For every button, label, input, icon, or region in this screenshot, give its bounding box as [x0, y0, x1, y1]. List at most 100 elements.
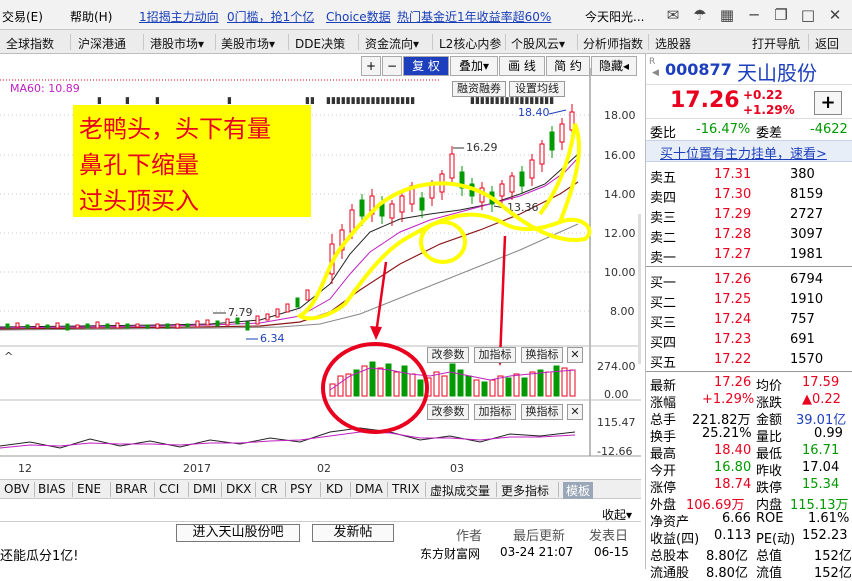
skin-icon[interactable]: ☂ — [689, 5, 711, 25]
weicha-value: -4622 — [810, 122, 848, 137]
date-label: 03 — [450, 462, 464, 475]
stat-value: 1.61% — [808, 511, 850, 526]
price-change-pct: +1.29% — [743, 103, 795, 117]
kline-chart-area[interactable]: ▮ ▮ ▮ ▮ ▮▮ ▮▮▮▮▮▮▮▮▮▮▮▮▮▮▮▮▮▮ ▮▮▮▮▮▮▮▮▮▮▮▮▮▮… — [0, 54, 641, 478]
nav-stock-news[interactable]: 个股风云▾ — [511, 35, 565, 52]
tab-more-indicators[interactable]: 更多指标 — [501, 482, 549, 499]
tab-cci[interactable]: CCI — [159, 482, 179, 496]
bid-row: 买三 17.24 757 — [646, 310, 852, 331]
link-main-force[interactable]: 1招揭主力动向 — [139, 8, 219, 25]
stat-value: ▲0.22 — [802, 392, 841, 407]
nav-hk-connect[interactable]: 沪深港通 — [78, 35, 126, 52]
restore-icon[interactable]: ❐ — [770, 5, 792, 25]
nav-dde[interactable]: DDE决策 — [295, 35, 345, 52]
price-tick: 8.00 — [610, 305, 635, 318]
osc-add-indicator-button[interactable]: 加指标 — [474, 404, 516, 420]
maximize-icon[interactable]: □ — [797, 5, 819, 25]
nav-fund-flow[interactable]: 资金流向▾ — [365, 35, 419, 52]
news-updated: 03-24 21:07 — [500, 545, 574, 559]
date-label: 2017 — [183, 462, 211, 475]
tab-template[interactable]: 模板 — [563, 482, 594, 499]
tab-bias[interactable]: BIAS — [38, 482, 66, 496]
nav-global-index[interactable]: 全球指数 — [6, 35, 54, 52]
stat-label: 流通股 — [650, 566, 690, 581]
mail-icon[interactable]: ✉ — [662, 5, 684, 25]
vol-change-params-button[interactable]: 改参数 — [427, 347, 469, 363]
hide-button[interactable]: 隐藏◂ — [591, 56, 637, 76]
tab-separator — [496, 482, 497, 497]
vol-close-icon[interactable]: ✕ — [567, 347, 583, 363]
osc-switch-indicator-button[interactable]: 换指标 — [521, 404, 563, 420]
link-choice-data[interactable]: Choice数据 — [326, 8, 391, 25]
nav-stock-picker[interactable]: 选股器 — [655, 35, 691, 52]
link-hot-fund[interactable]: 热门基金近1年收益率超60% — [397, 8, 551, 25]
bid-row: 买五 17.22 1570 — [646, 350, 852, 371]
vol-switch-indicator-button[interactable]: 换指标 — [521, 347, 563, 363]
main-force-banner[interactable]: 买十位置有主力挂单，速看> — [646, 140, 852, 162]
tab-cr[interactable]: CR — [261, 482, 278, 496]
nav-hk-market[interactable]: 港股市场▾ — [150, 35, 204, 52]
banner-link[interactable]: 买十位置有主力挂单，速看> — [660, 143, 827, 162]
tab-psy[interactable]: PSY — [290, 482, 312, 496]
tab-separator — [320, 482, 321, 497]
ask-price: 17.28 — [714, 227, 752, 242]
restore-rights-button[interactable]: 复 权 — [403, 56, 449, 76]
tab-dmi[interactable]: DMI — [193, 482, 216, 496]
nav-analyst-index[interactable]: 分析师指数 — [583, 35, 643, 52]
new-post-button[interactable]: 发新帖 — [312, 524, 394, 542]
tab-separator — [110, 482, 111, 497]
tab-obv[interactable]: OBV — [4, 482, 30, 496]
nav-back[interactable]: 返回 — [815, 35, 839, 52]
minimize-icon[interactable]: ─ — [743, 5, 765, 25]
bid-volume: 6794 — [790, 272, 824, 287]
grid-icon[interactable]: ▦ — [716, 5, 738, 25]
tab-virtual-volume[interactable]: 虚拟成交量 — [430, 482, 490, 499]
stat-row: 最高 18.40 最低 16.71 — [646, 441, 852, 462]
mark-1629: 16.29 — [466, 141, 498, 154]
weicha-label: 委差 — [756, 126, 783, 141]
tab-brar[interactable]: BRAR — [115, 482, 148, 496]
link-zero-threshold[interactable]: 0门槛，抢1个亿 — [227, 8, 314, 25]
left-arrow-icon[interactable]: ◀ — [652, 68, 659, 78]
nav-l2-insight[interactable]: L2核心内参 — [439, 35, 501, 52]
zoom-in-button[interactable]: + — [361, 56, 381, 76]
tab-trix[interactable]: TRIX — [392, 482, 419, 496]
draw-line-button[interactable]: 画 线 — [499, 56, 545, 76]
tab-dkx[interactable]: DKX — [226, 482, 251, 496]
tab-kd[interactable]: KD — [326, 482, 343, 496]
tab-separator — [154, 482, 155, 497]
add-watchlist-button[interactable]: + — [814, 91, 842, 115]
nav-separator — [143, 34, 144, 50]
margin-trading-button[interactable]: 融资融券 — [452, 81, 506, 97]
nav-us-market[interactable]: 美股市场▾ — [221, 35, 275, 52]
simple-button[interactable]: 简 约 — [546, 56, 590, 76]
vertical-scrollbar[interactable] — [638, 214, 641, 364]
ask-price: 17.30 — [714, 187, 752, 202]
zoom-out-button[interactable]: − — [382, 56, 402, 76]
price-tick: 12.00 — [604, 227, 636, 240]
vol-add-indicator-button[interactable]: 加指标 — [474, 347, 516, 363]
nav-open-nav[interactable]: 打开导航 — [752, 35, 800, 52]
osc-close-icon[interactable]: ✕ — [567, 404, 583, 420]
bid-price: 17.23 — [714, 332, 752, 347]
annotation-line-3: 过头顶买入 — [79, 187, 199, 215]
ask-row: 卖三 17.29 2727 — [646, 205, 852, 226]
set-ma-button[interactable]: 设置均线 — [509, 81, 565, 97]
close-icon[interactable]: ✕ — [824, 5, 846, 25]
quote-panel: R ◀ 000877 天山股份 17.26 +0.22 +1.29% + 委比 … — [645, 54, 852, 581]
tab-ene[interactable]: ENE — [77, 482, 101, 496]
osc-change-params-button[interactable]: 改参数 — [427, 404, 469, 420]
nav-bar: 全球指数 沪深港通 港股市场▾ 美股市场▾ DDE决策 资金流向▾ L2核心内参… — [0, 30, 852, 54]
ask-price: 17.27 — [714, 247, 752, 262]
tab-dma[interactable]: DMA — [355, 482, 383, 496]
overlay-button[interactable]: 叠加▾ — [450, 56, 498, 76]
bid-label: 买三 — [650, 316, 677, 331]
ask-row: 卖五 17.31 380 — [646, 165, 852, 186]
menu-help[interactable]: 帮助(H) — [70, 8, 112, 25]
stat-value: 18.40 — [714, 443, 752, 458]
stat-row: 换手 25.21% 量比 0.99 — [646, 424, 852, 445]
forum-button[interactable]: 进入天山股份吧 — [176, 524, 300, 542]
news-title[interactable]: 还能瓜分1亿! — [0, 545, 78, 564]
ask-row: 卖二 17.28 3097 — [646, 225, 852, 246]
menu-trade[interactable]: 交易(E) — [2, 8, 43, 25]
